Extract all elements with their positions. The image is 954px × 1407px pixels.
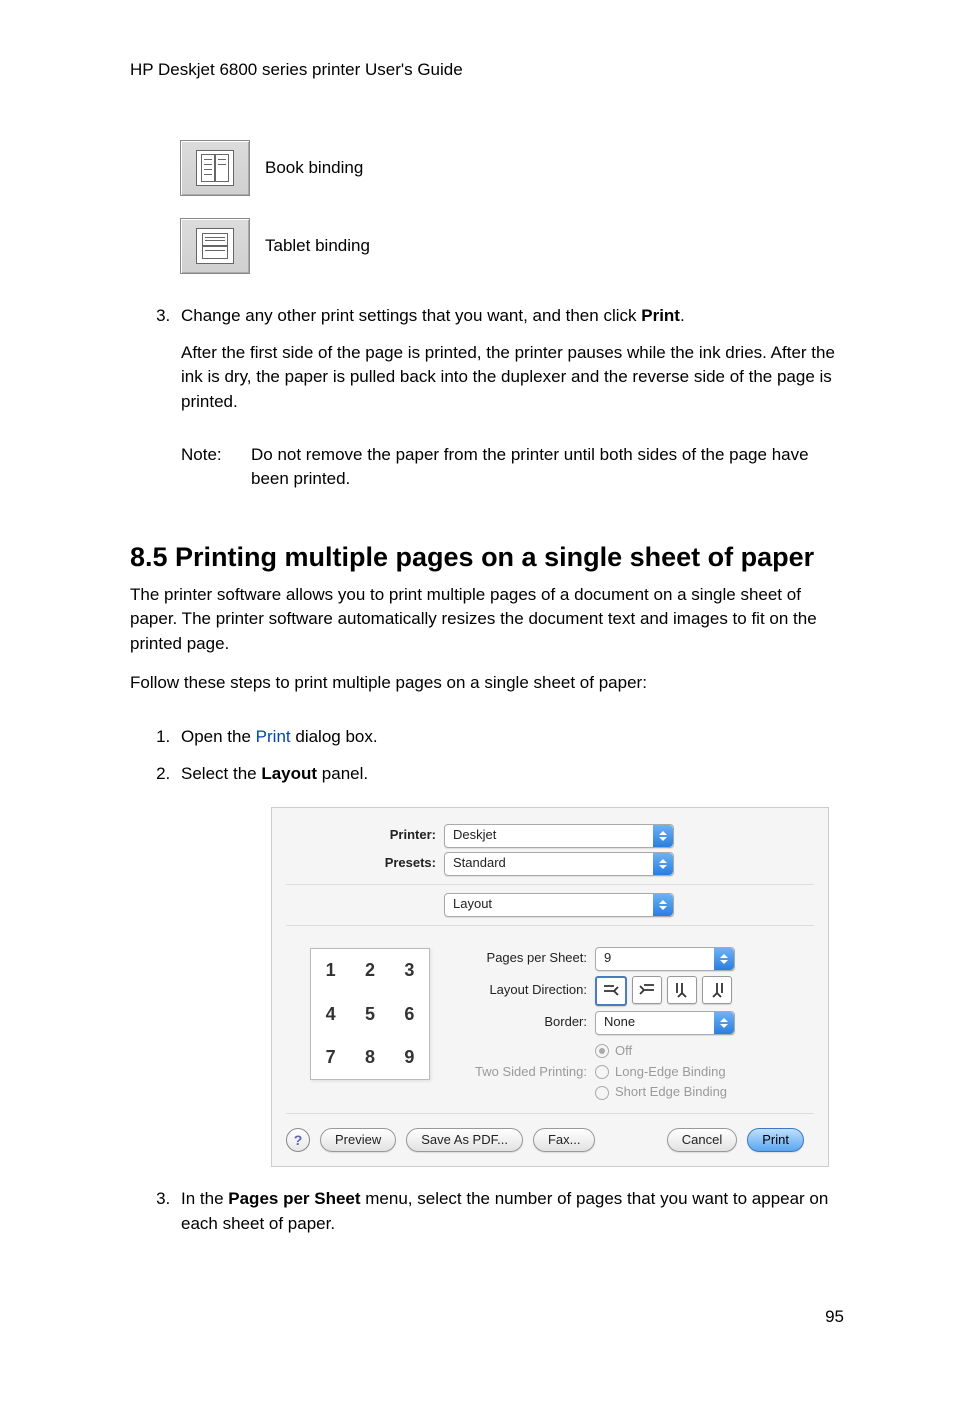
tablet-binding-label: Tablet binding xyxy=(265,236,370,256)
layout-preview: 123 456 789 xyxy=(310,948,430,1080)
radio-long-edge: Long-Edge Binding xyxy=(595,1063,727,1082)
two-sided-label: Two Sided Printing: xyxy=(452,1063,595,1082)
preview-button[interactable]: Preview xyxy=(320,1128,396,1152)
print-dialog: Printer: Deskjet Presets: Standard xyxy=(271,807,829,1168)
help-button[interactable]: ? xyxy=(286,1128,310,1152)
note-block: Note: Do not remove the paper from the p… xyxy=(181,443,844,492)
presets-label: Presets: xyxy=(286,854,444,873)
layout-direction-3[interactable] xyxy=(667,976,697,1004)
note-body: Do not remove the paper from the printer… xyxy=(251,443,844,492)
step-3-body: After the first side of the page is prin… xyxy=(181,341,844,415)
page-number: 95 xyxy=(130,1307,844,1327)
print-link[interactable]: Print xyxy=(256,727,291,746)
radio-off: Off xyxy=(595,1042,727,1061)
dropdown-arrows-icon xyxy=(714,1012,734,1034)
book-binding-icon xyxy=(180,140,250,196)
dropdown-arrows-icon xyxy=(714,948,734,970)
layout-direction-label: Layout Direction: xyxy=(452,981,595,1000)
printer-select[interactable]: Deskjet xyxy=(444,824,674,848)
step-3b: In the Pages per Sheet menu, select the … xyxy=(175,1187,844,1236)
panel-select[interactable]: Layout xyxy=(444,893,674,917)
layout-direction-4[interactable] xyxy=(702,976,732,1004)
radio-short-edge: Short Edge Binding xyxy=(595,1083,727,1102)
border-label: Border: xyxy=(452,1013,595,1032)
save-as-pdf-button[interactable]: Save As PDF... xyxy=(406,1128,523,1152)
section-p1: The printer software allows you to print… xyxy=(130,583,844,657)
print-button[interactable]: Print xyxy=(747,1128,804,1152)
page-header: HP Deskjet 6800 series printer User's Gu… xyxy=(130,60,844,80)
tablet-binding-icon xyxy=(180,218,250,274)
presets-select[interactable]: Standard xyxy=(444,852,674,876)
pages-per-sheet-label: Pages per Sheet: xyxy=(452,949,595,968)
printer-label: Printer: xyxy=(286,826,444,845)
tablet-binding-row: Tablet binding xyxy=(180,218,844,274)
note-label: Note: xyxy=(181,443,251,492)
layout-direction-1[interactable] xyxy=(595,976,627,1006)
step-2: Select the Layout panel. Printer: Deskje… xyxy=(175,762,844,1167)
section-heading: 8.5 Printing multiple pages on a single … xyxy=(130,542,844,573)
dropdown-arrows-icon xyxy=(653,825,673,847)
step-3-text: Change any other print settings that you… xyxy=(181,306,685,325)
step-3: Change any other print settings that you… xyxy=(175,304,844,492)
pages-per-sheet-select[interactable]: 9 xyxy=(595,947,735,971)
border-select[interactable]: None xyxy=(595,1011,735,1035)
cancel-button[interactable]: Cancel xyxy=(667,1128,737,1152)
dropdown-arrows-icon xyxy=(653,894,673,916)
section-p2: Follow these steps to print multiple pag… xyxy=(130,671,844,696)
book-binding-label: Book binding xyxy=(265,158,363,178)
dropdown-arrows-icon xyxy=(653,853,673,875)
layout-direction-2[interactable] xyxy=(632,976,662,1004)
fax-button[interactable]: Fax... xyxy=(533,1128,596,1152)
step-1: Open the Print dialog box. xyxy=(175,725,844,750)
book-binding-row: Book binding xyxy=(180,140,844,196)
